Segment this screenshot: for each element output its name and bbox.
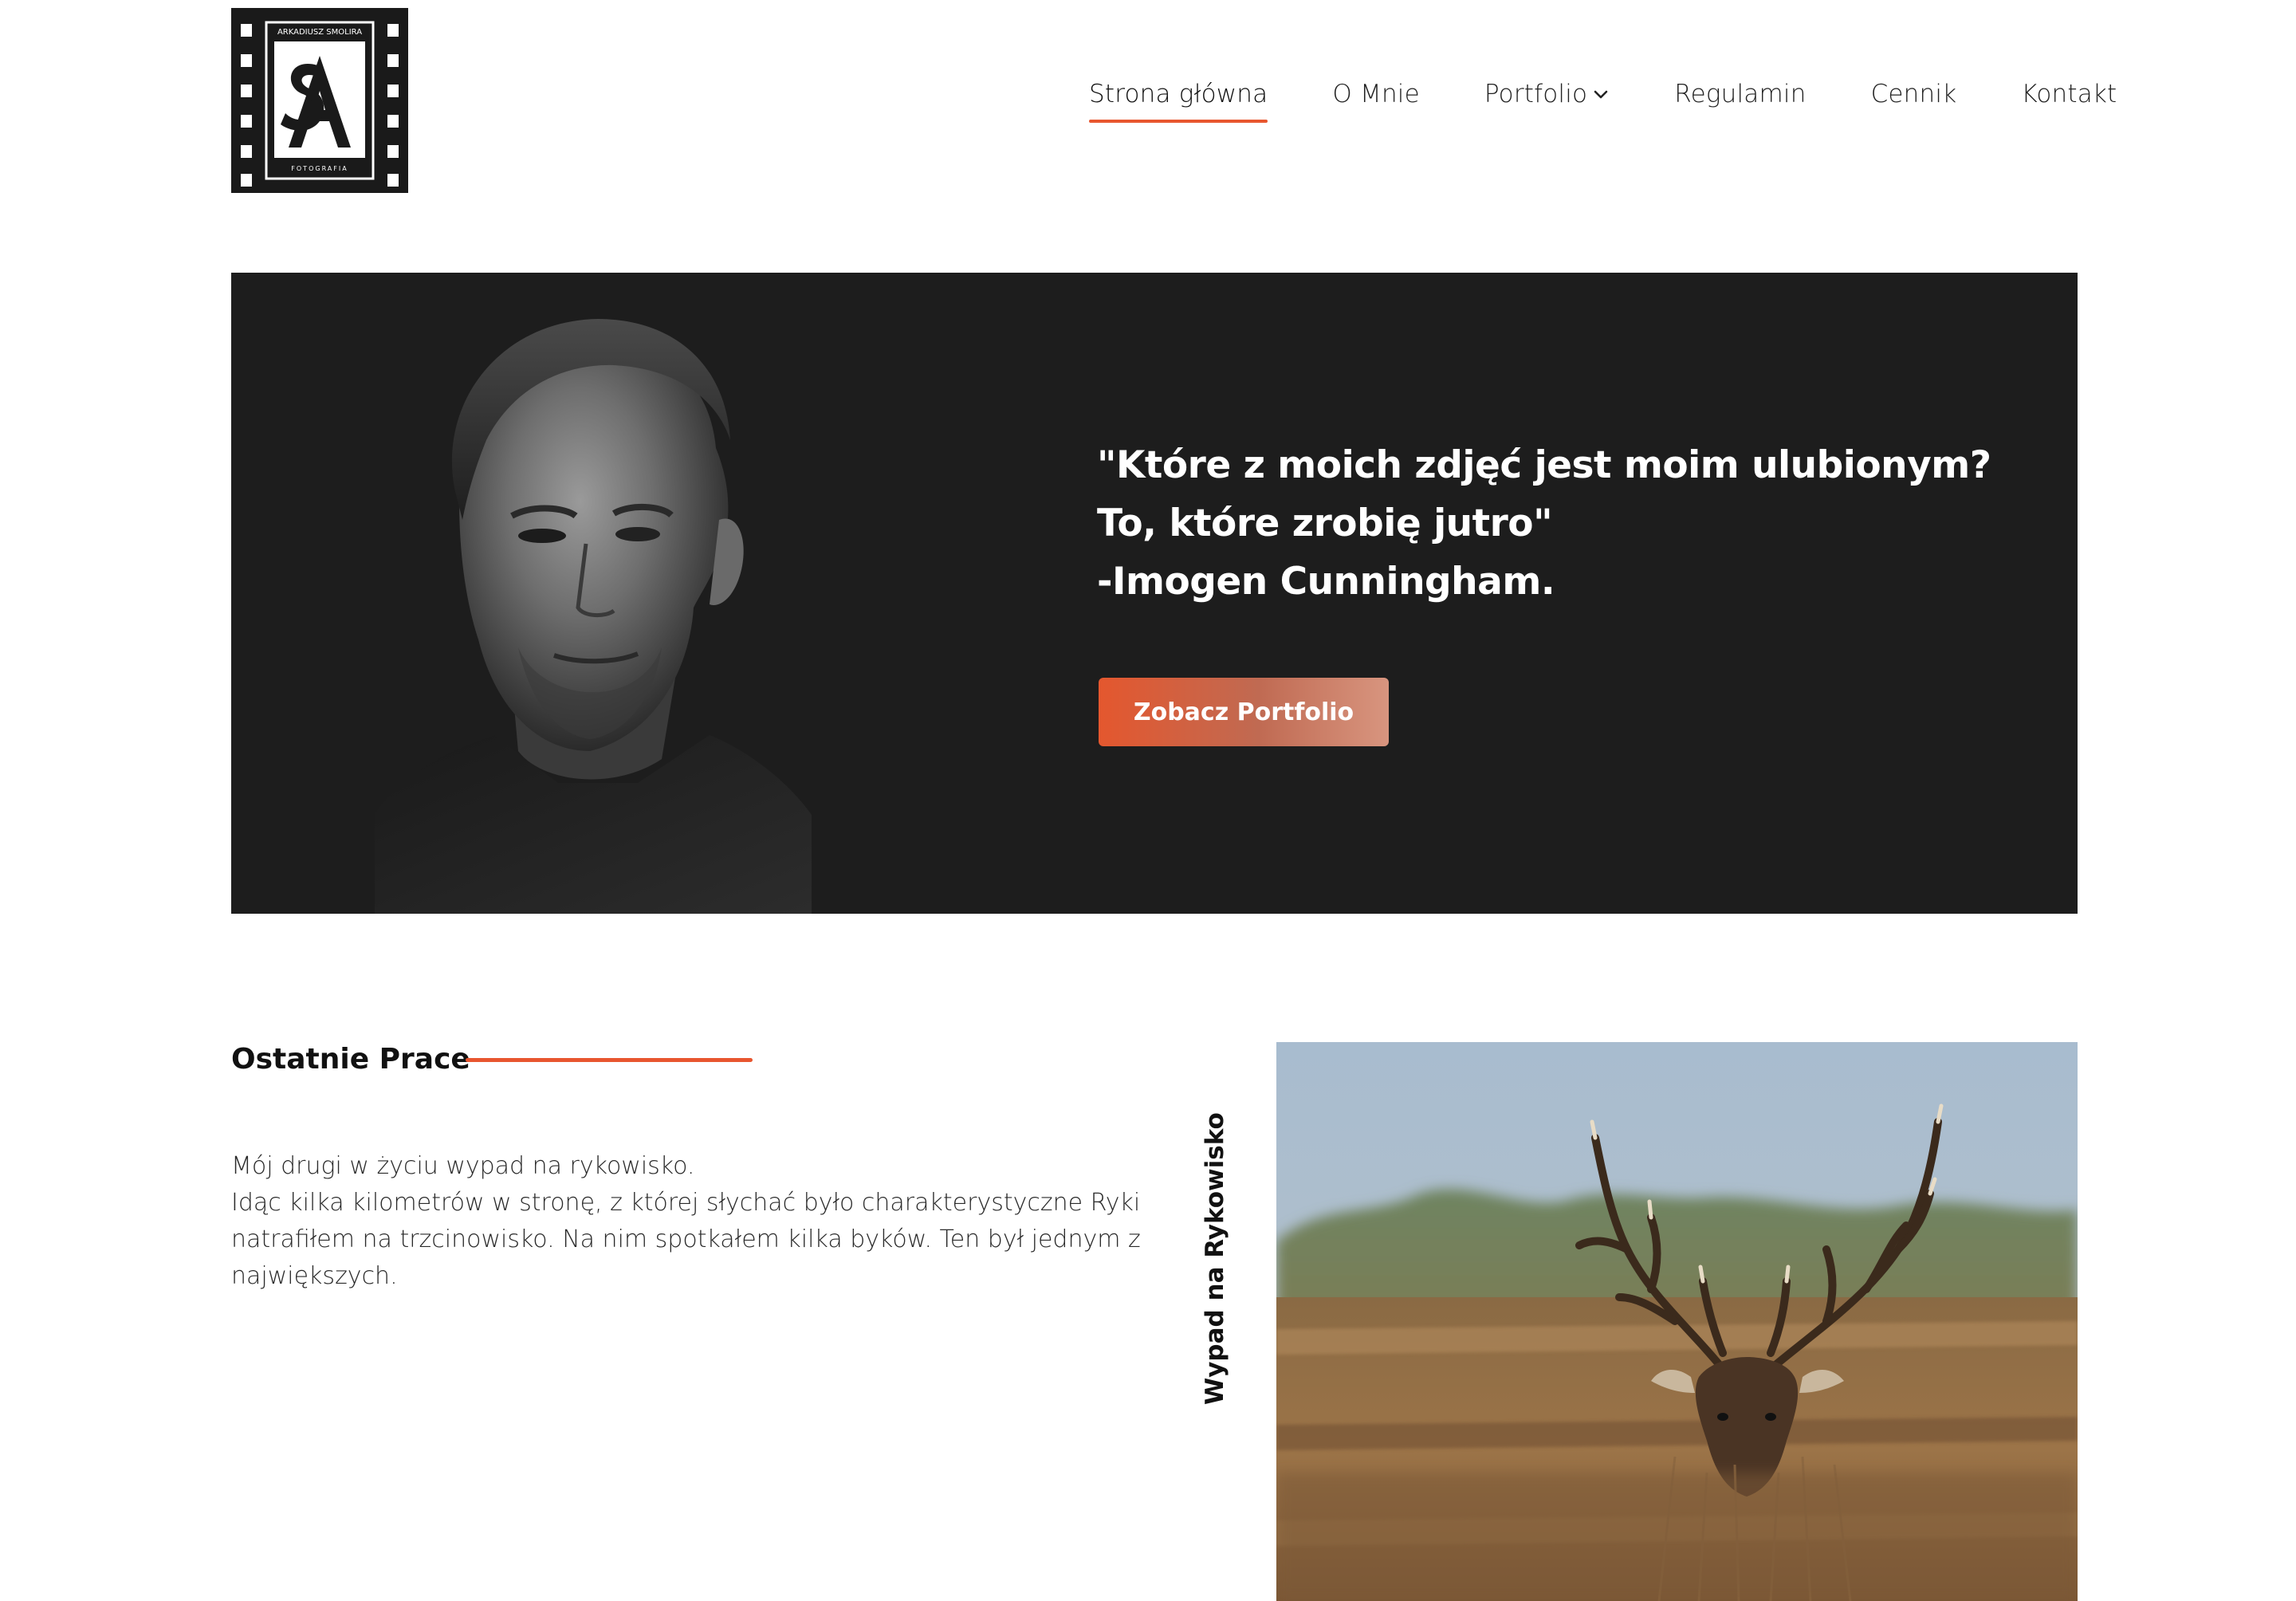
logo-film-frame-icon: ARKADIUSZ SMOLIRA FOTOGRAFIA — [231, 8, 408, 193]
chevron-down-icon — [1594, 90, 1608, 99]
nav-item-home[interactable]: Strona główna — [1089, 80, 1268, 123]
logo-top-text: ARKADIUSZ SMOLIRA — [277, 28, 362, 37]
quote-line: "Które z moich zdjęć jest moim ulubionym… — [1097, 443, 1991, 487]
nav-item-label: Cennik — [1870, 80, 1957, 108]
hero-quote: "Które z moich zdjęć jest moim ulubionym… — [1097, 436, 1991, 611]
section-title: Ostatnie Prace — [231, 1043, 470, 1076]
nav-item-label: Kontakt — [2021, 80, 2117, 108]
recent-work-photo[interactable] — [1276, 1042, 2078, 1601]
nav-item-contact[interactable]: Kontakt — [2021, 80, 2117, 108]
recent-work-description: Mój drugi w życiu wypad na rykowisko. Id… — [231, 1148, 1148, 1295]
view-portfolio-button[interactable]: Zobacz Portfolio — [1099, 678, 1389, 746]
nav-item-label: Strona główna — [1089, 80, 1268, 108]
portrait-image — [375, 319, 812, 914]
hero-banner: "Które z moich zdjęć jest moim ulubionym… — [231, 273, 2078, 914]
recent-work-title-label: Wypad na Rykowisko — [1201, 1112, 1229, 1405]
description-line: Idąc kilka kilometrów w stronę, z której… — [231, 1189, 1141, 1290]
nav-item-label: O Mnie — [1332, 80, 1420, 108]
nav-item-about[interactable]: O Mnie — [1332, 80, 1420, 108]
logo[interactable]: ARKADIUSZ SMOLIRA FOTOGRAFIA — [231, 8, 408, 193]
nav-item-label: Regulamin — [1674, 80, 1807, 108]
section-title-underline — [466, 1058, 753, 1062]
quote-line: To, które zrobię jutro" — [1097, 502, 1553, 545]
deer-photo-image — [1276, 1042, 2078, 1601]
nav-item-portfolio[interactable]: Portfolio — [1484, 80, 1610, 108]
logo-bottom-text: FOTOGRAFIA — [291, 165, 348, 172]
recent-work-title[interactable]: Wypad na Rykowisko — [1199, 1112, 1231, 1405]
main-nav: Strona główna O Mnie Portfolio Regulamin… — [1089, 80, 2117, 128]
description-line: Mój drugi w życiu wypad na rykowisko. — [231, 1152, 695, 1180]
nav-item-pricing[interactable]: Cennik — [1871, 80, 1957, 108]
nav-item-terms[interactable]: Regulamin — [1674, 80, 1806, 108]
quote-author: -Imogen Cunningham. — [1097, 560, 1555, 604]
nav-item-label: Portfolio — [1484, 80, 1588, 108]
